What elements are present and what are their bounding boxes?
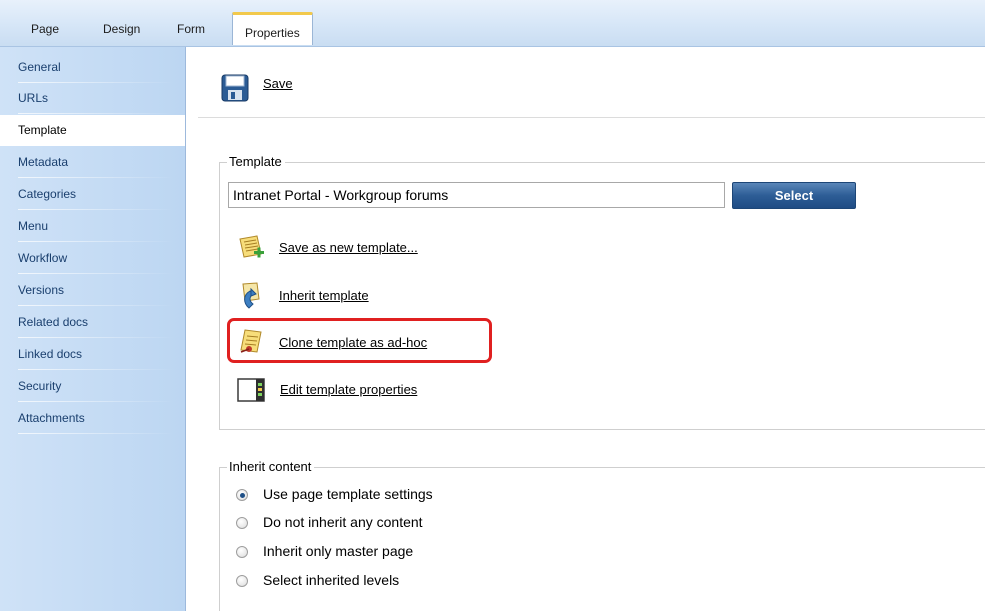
template-group-legend: Template xyxy=(227,154,285,169)
template-name-field[interactable]: Intranet Portal - Workgroup forums xyxy=(228,182,725,208)
sidebar-item-attachments[interactable]: Attachments xyxy=(0,403,185,434)
edit-properties-icon xyxy=(237,378,265,402)
inherit-template-link[interactable]: Inherit template xyxy=(237,281,417,313)
radio-label: Do not inherit any content xyxy=(263,514,423,530)
inherit-content-legend: Inherit content xyxy=(227,459,315,474)
edit-template-properties-link[interactable]: Edit template properties xyxy=(237,375,477,407)
save-as-new-template-label: Save as new template... xyxy=(279,240,418,255)
new-template-icon xyxy=(239,235,264,258)
radio-label: Use page template settings xyxy=(263,486,433,502)
properties-sidebar: General URLs Template Metadata Categorie… xyxy=(0,47,186,611)
sidebar-item-related-docs[interactable]: Related docs xyxy=(0,307,185,338)
clone-template-icon xyxy=(240,329,262,353)
save-as-new-template-link[interactable]: Save as new template... xyxy=(237,233,477,265)
sidebar-item-security[interactable]: Security xyxy=(0,371,185,402)
sidebar-item-workflow[interactable]: Workflow xyxy=(0,243,185,274)
sidebar-item-urls[interactable]: URLs xyxy=(0,83,185,114)
sidebar-item-general[interactable]: General xyxy=(0,52,185,83)
sidebar-item-categories[interactable]: Categories xyxy=(0,179,185,210)
tab-properties[interactable]: Properties xyxy=(232,12,313,45)
inherit-template-label: Inherit template xyxy=(279,288,369,303)
save-link[interactable]: Save xyxy=(263,76,293,91)
sidebar-item-menu[interactable]: Menu xyxy=(0,211,185,242)
sidebar-item-metadata[interactable]: Metadata xyxy=(0,147,185,178)
radio-button[interactable] xyxy=(236,517,248,529)
select-template-button[interactable]: Select xyxy=(732,182,856,209)
tab-page[interactable]: Page xyxy=(31,16,59,42)
sidebar-item-versions[interactable]: Versions xyxy=(0,275,185,306)
tab-design[interactable]: Design xyxy=(103,16,140,42)
sidebar-item-template[interactable]: Template xyxy=(0,115,185,146)
toolbar-divider xyxy=(198,117,985,118)
clone-template-as-ad-hoc-label: Clone template as ad-hoc xyxy=(279,335,428,350)
inherit-template-icon xyxy=(242,282,260,309)
top-tab-bar: Page Design Form Properties xyxy=(0,0,985,47)
sidebar-item-linked-docs[interactable]: Linked docs xyxy=(0,339,185,370)
radio-label: Select inherited levels xyxy=(263,572,400,588)
tab-form[interactable]: Form xyxy=(177,16,205,42)
radio-button[interactable] xyxy=(236,575,248,587)
radio-label: Inherit only master page xyxy=(263,543,414,559)
save-button[interactable] xyxy=(221,74,249,104)
clone-template-as-ad-hoc-link[interactable]: Clone template as ad-hoc xyxy=(237,328,487,360)
edit-template-properties-label: Edit template properties xyxy=(280,382,418,397)
radio-button[interactable] xyxy=(236,489,248,501)
floppy-disk-icon xyxy=(221,74,249,102)
radio-button[interactable] xyxy=(236,546,248,558)
